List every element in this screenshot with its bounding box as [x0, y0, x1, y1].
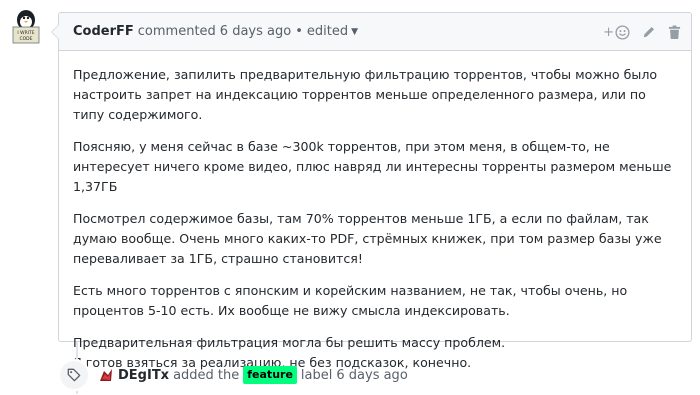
- plus-label: +: [603, 24, 614, 40]
- comment-paragraph-4: Есть много торрентов с японским и корейс…: [73, 283, 628, 318]
- edit-button[interactable]: [642, 25, 656, 39]
- avatar-sign-line1: I WRITE: [17, 30, 34, 36]
- comment-paragraph-1: Предложение, запилить предварительную фи…: [73, 67, 658, 122]
- comment-actions: +: [603, 13, 681, 51]
- tag-icon: [58, 359, 90, 391]
- event-actor[interactable]: DEgITx: [118, 368, 169, 383]
- feature-label[interactable]: feature: [243, 366, 297, 384]
- avatar[interactable]: I WRITE CODE: [6, 5, 46, 45]
- comment-action: commented: [137, 24, 216, 39]
- add-reaction-button[interactable]: +: [603, 25, 630, 40]
- label-event: DEgITx added the feature label 6 days ag…: [58, 359, 408, 391]
- comment-body: Предложение, запилить предварительную фи…: [59, 51, 691, 395]
- trash-icon: [668, 25, 681, 39]
- actor-avatar[interactable]: [98, 367, 114, 383]
- edited-label: edited: [306, 24, 349, 39]
- smiley-icon: [615, 24, 630, 40]
- comment-box: CoderFF commented 6 days ago • edited ▼ …: [51, 12, 692, 370]
- pencil-icon: [643, 27, 654, 38]
- comment-paragraph-3: Посмотрел содержимое базы, там 70% торре…: [73, 211, 662, 266]
- comment-paragraph-2: Поясняю, у меня сейчас в базе ~300k торр…: [73, 139, 672, 194]
- avatar-sign-line2: CODE: [20, 36, 33, 42]
- event-action: added the: [173, 367, 240, 383]
- comment-separator: •: [295, 24, 303, 39]
- event-suffix: label: [300, 367, 333, 383]
- comment-header: CoderFF commented 6 days ago • edited ▼ …: [59, 13, 691, 51]
- edited-dropdown[interactable]: edited ▼: [307, 24, 358, 39]
- comment-paragraph-5-line-1: Предварительная фильтрация могла бы реши…: [73, 335, 506, 350]
- comment-author[interactable]: CoderFF: [73, 24, 134, 39]
- delete-button[interactable]: [668, 25, 681, 40]
- event-time[interactable]: 6 days ago: [336, 368, 407, 383]
- chevron-down-icon: ▼: [351, 26, 359, 37]
- comment-time[interactable]: 6 days ago: [220, 24, 291, 39]
